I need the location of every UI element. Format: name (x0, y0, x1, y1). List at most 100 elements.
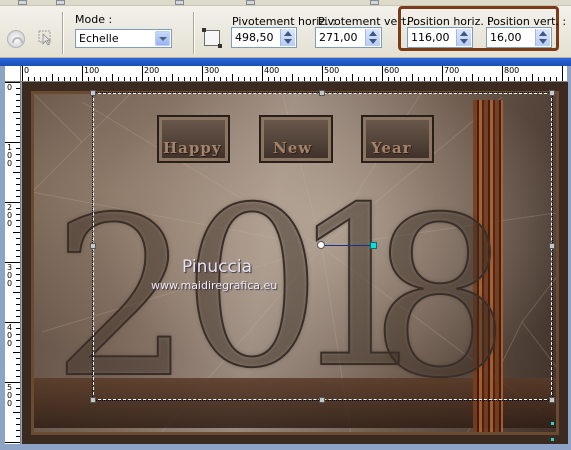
ruler-label: 600 (384, 66, 400, 75)
ruler-tick (76, 77, 77, 81)
rotation-handle[interactable] (370, 242, 377, 249)
ruler-tick (16, 244, 20, 245)
ruler-tick (13, 412, 20, 413)
ruler-tick (388, 77, 389, 81)
image-canvas[interactable]: Happy New Year 2 0 1 8 Pinuccia www.maid… (22, 82, 568, 444)
ruler-tick (478, 77, 479, 81)
ruler-tick (526, 77, 527, 81)
ruler-tick (16, 256, 20, 257)
resize-handle-bottom-left[interactable] (90, 397, 96, 403)
resize-handle-left[interactable] (90, 243, 96, 249)
ruler-label: 400 (7, 323, 13, 348)
ruler-tick (550, 77, 551, 81)
ruler-label: 0 (7, 83, 13, 92)
ruler-tick (484, 77, 485, 81)
ruler-tick (94, 77, 95, 81)
ruler-tick (124, 77, 125, 81)
undo-icon[interactable] (7, 30, 25, 48)
ruler-tick (382, 66, 383, 81)
ruler-tick (16, 328, 20, 329)
ruler-tick (496, 77, 497, 81)
ruler-tick (16, 196, 20, 197)
pivot-h-value: 498,50 (235, 31, 274, 44)
ruler-tick (100, 77, 101, 81)
toolbar-icon[interactable] (246, 0, 255, 5)
ruler-tick (16, 124, 20, 125)
ruler-tick (226, 77, 227, 81)
ruler-label: 100 (7, 143, 13, 168)
ruler-label: 500 (7, 383, 13, 408)
ruler-tick (286, 77, 287, 81)
ruler-tick (406, 77, 407, 81)
pos-h-input[interactable]: 116,00 (407, 27, 473, 48)
toolbar-icon[interactable] (18, 0, 27, 5)
image-window-titlebar[interactable] (0, 58, 571, 66)
ruler-tick (202, 66, 203, 81)
tool-options-bar: Mode : Echelle Pivotement horiz. : 498,5… (0, 0, 571, 58)
pivot-point-handle[interactable] (317, 241, 325, 249)
spinner-arrows-icon[interactable] (280, 29, 295, 46)
ruler-label: 0 (24, 66, 30, 75)
toolbar-icon[interactable] (175, 0, 184, 5)
ruler-label: 100 (84, 66, 100, 75)
ruler-tick (5, 82, 20, 83)
ruler-tick (508, 77, 509, 81)
ruler-tick (310, 77, 311, 81)
ruler-tick (112, 74, 113, 81)
horizontal-ruler: 0 100 200 300 400 500 600 700 800 (5, 66, 567, 82)
chevron-down-icon[interactable] (155, 31, 170, 46)
vertical-ruler: 0 100 200 300 400 500 (5, 82, 21, 444)
pick-tool-icon[interactable] (36, 28, 54, 46)
ruler-label: 200 (7, 203, 13, 228)
mode-select[interactable]: Echelle (75, 29, 172, 48)
rotation-icon[interactable] (202, 28, 222, 48)
ruler-tick (376, 77, 377, 81)
resize-handle-top-right[interactable] (549, 90, 555, 96)
ruler-tick (352, 74, 353, 81)
mode-label: Mode : (75, 13, 113, 26)
ruler-tick (82, 66, 83, 81)
resize-handle-top[interactable] (319, 90, 325, 96)
toolbar-icon[interactable] (370, 0, 379, 5)
resize-handle-top-left[interactable] (90, 90, 96, 96)
spinner-arrows-icon[interactable] (365, 29, 380, 46)
ruler-tick (322, 66, 323, 81)
ruler-tick (280, 77, 281, 81)
ruler-tick (5, 142, 20, 143)
ruler-tick (16, 148, 20, 149)
resize-handle-bottom[interactable] (319, 397, 325, 403)
pos-v-input[interactable]: 16,00 (486, 27, 552, 48)
ruler-tick (16, 268, 20, 269)
toolbar-icon[interactable] (56, 0, 65, 5)
ruler-tick (16, 430, 20, 431)
ruler-tick (16, 208, 20, 209)
ruler-tick (16, 298, 20, 299)
ruler-tick (208, 77, 209, 81)
resize-handle-right[interactable] (549, 243, 555, 249)
ruler-tick (22, 66, 23, 81)
ruler-tick (5, 262, 20, 263)
ruler-tick (16, 310, 20, 311)
ruler-tick (16, 436, 20, 437)
pos-h-value: 116,00 (411, 31, 450, 44)
ruler-tick (232, 74, 233, 81)
ruler-tick (16, 346, 20, 347)
ruler-tick (412, 74, 413, 81)
ruler-tick (16, 118, 20, 119)
ruler-label: 700 (444, 66, 460, 75)
pivot-v-input[interactable]: 271,00 (315, 27, 382, 48)
pivot-h-input[interactable]: 498,50 (231, 27, 297, 48)
ruler-tick (466, 77, 467, 81)
spinner-arrows-icon[interactable] (535, 29, 550, 46)
ruler-tick (472, 74, 473, 81)
ruler-tick (166, 77, 167, 81)
resize-handle-bottom-right[interactable] (549, 397, 555, 403)
ruler-tick (394, 77, 395, 81)
ruler-tick (16, 214, 20, 215)
pos-v-value: 16,00 (490, 31, 522, 44)
ruler-tick (448, 77, 449, 81)
ruler-tick (16, 400, 20, 401)
ruler-tick (160, 77, 161, 81)
spinner-arrows-icon[interactable] (456, 29, 471, 46)
ruler-label: 500 (324, 66, 340, 75)
